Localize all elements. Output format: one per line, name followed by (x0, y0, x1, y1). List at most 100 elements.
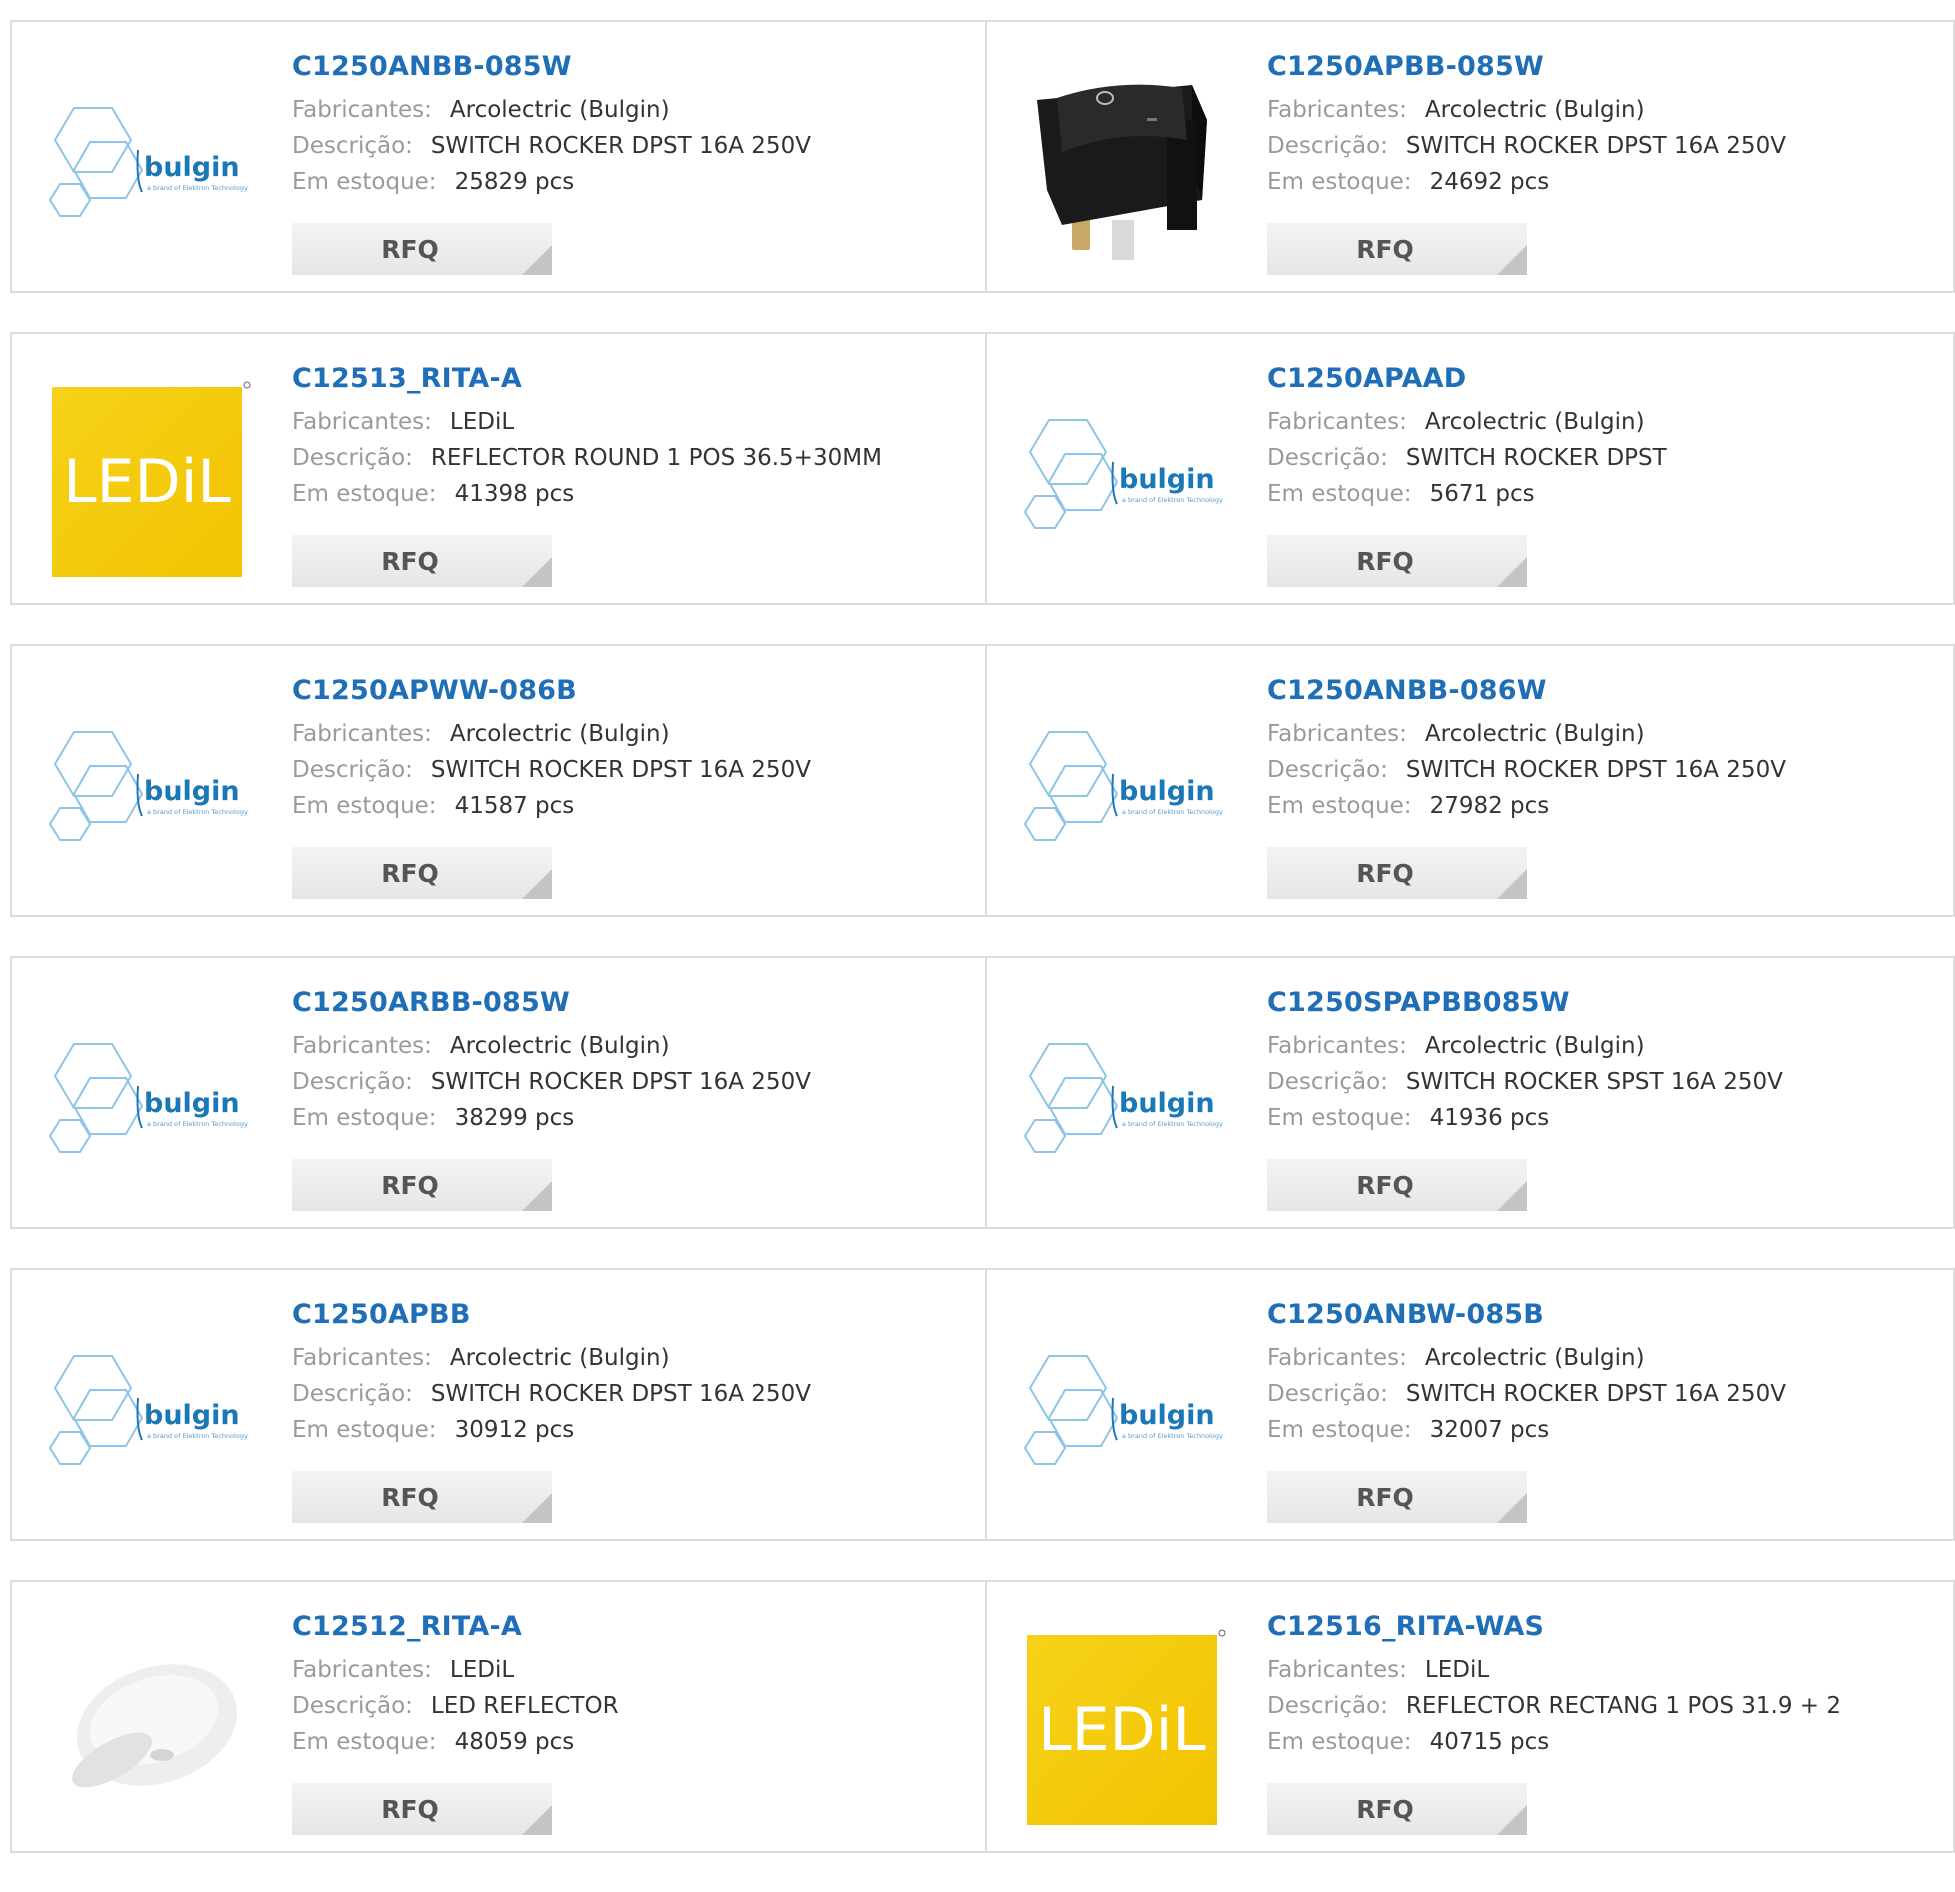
part-number-link[interactable]: C1250SPAPBB085W (1267, 986, 1943, 1020)
bulgin-wordmark: bulgin (1119, 464, 1215, 495)
stock-label: Em estoque: (292, 793, 437, 819)
stock-value: 25829 pcs (454, 169, 575, 195)
product-card: bulgin a brand of Elektron Technology C1… (10, 956, 987, 1229)
manufacturer-label: Fabricantes: (292, 1657, 432, 1683)
stock-value: 24692 pcs (1429, 169, 1550, 195)
product-row: C12512_RITA-A Fabricantes: LEDiL Descriçã… (10, 1580, 1955, 1853)
product-card: C1250APBB-085W Fabricantes: Arcolectric (… (987, 20, 1955, 293)
rfq-button[interactable]: RFQ (1267, 1159, 1527, 1211)
rfq-label: RFQ (381, 234, 439, 264)
rfq-button[interactable]: RFQ (292, 1471, 552, 1523)
stock-line: Em estoque: 40715 pcs (1267, 1724, 1943, 1760)
product-image[interactable] (1017, 60, 1227, 270)
rfq-button[interactable]: RFQ (292, 535, 552, 587)
stock-value: 30912 pcs (454, 1417, 575, 1443)
stock-line: Em estoque: 30912 pcs (292, 1412, 975, 1448)
part-number-link[interactable]: C1250ANBW-085B (1267, 1298, 1943, 1332)
product-image[interactable]: bulgin a brand of Elektron Technology (42, 996, 252, 1206)
part-number-link[interactable]: C1250APBB (292, 1298, 975, 1332)
rfq-button[interactable]: RFQ (292, 1783, 552, 1835)
product-image[interactable]: bulgin a brand of Elektron Technology (42, 1308, 252, 1518)
rfq-button[interactable]: RFQ (1267, 535, 1527, 587)
part-number-link[interactable]: C12516_RITA-WAS (1267, 1610, 1943, 1644)
rfq-button[interactable]: RFQ (1267, 223, 1527, 275)
bulgin-wordmark: bulgin (1119, 1400, 1215, 1431)
rfq-button[interactable]: RFQ (292, 1159, 552, 1211)
part-number-link[interactable]: C1250ANBB-086W (1267, 674, 1943, 708)
manufacturer-value: LEDiL (1424, 1657, 1490, 1683)
part-number-link[interactable]: C12512_RITA-A (292, 1610, 975, 1644)
stock-value: 40715 pcs (1429, 1729, 1550, 1755)
product-row: bulgin a brand of Elektron Technology C1… (10, 20, 1955, 293)
rfq-button[interactable]: RFQ (1267, 847, 1527, 899)
manufacturer-label: Fabricantes: (1267, 721, 1407, 747)
manufacturer-value: Arcolectric (Bulgin) (449, 1345, 670, 1371)
product-card: bulgin a brand of Elektron Technology C1… (987, 1268, 1955, 1541)
bulgin-logo-icon: bulgin a brand of Elektron Technology (1023, 419, 1223, 529)
bulgin-wordmark: bulgin (1119, 1088, 1215, 1119)
product-image[interactable]: bulgin a brand of Elektron Technology (1017, 372, 1227, 582)
bulgin-logo-icon: bulgin a brand of Elektron Technology (1023, 731, 1223, 841)
ledil-logo-icon: LEDiL (52, 381, 251, 577)
part-number-link[interactable]: C1250APBB-085W (1267, 50, 1943, 84)
manufacturer-label: Fabricantes: (1267, 1657, 1407, 1683)
bulgin-wordmark: bulgin (144, 1400, 240, 1431)
rfq-button[interactable]: RFQ (292, 847, 552, 899)
part-number-link[interactable]: C1250APWW-086B (292, 674, 975, 708)
product-card: bulgin a brand of Elektron Technology C1… (10, 1268, 987, 1541)
stock-line: Em estoque: 38299 pcs (292, 1100, 975, 1136)
product-image[interactable]: bulgin a brand of Elektron Technology (1017, 684, 1227, 894)
bulgin-tagline: a brand of Elektron Technology (147, 184, 248, 192)
bulgin-logo-icon: bulgin a brand of Elektron Technology (48, 1043, 248, 1153)
manufacturer-value: LEDiL (449, 1657, 515, 1683)
stock-label: Em estoque: (292, 481, 437, 507)
description-value: SWITCH ROCKER DPST (1405, 445, 1667, 471)
description-value: SWITCH ROCKER DPST 16A 250V (1405, 1381, 1786, 1407)
product-info: C1250ANBW-085B Fabricantes: Arcolectric (… (1267, 1298, 1943, 1448)
product-image[interactable]: LEDiL (1017, 1620, 1227, 1830)
product-image[interactable] (42, 1620, 252, 1830)
stock-label: Em estoque: (1267, 793, 1412, 819)
stock-line: Em estoque: 41587 pcs (292, 788, 975, 824)
manufacturer-label: Fabricantes: (1267, 1345, 1407, 1371)
product-card: bulgin a brand of Elektron Technology C1… (987, 332, 1955, 605)
manufacturer-line: Fabricantes: LEDiL (1267, 1652, 1943, 1688)
part-number-link[interactable]: C12513_RITA-A (292, 362, 975, 396)
bulgin-wordmark: bulgin (144, 152, 240, 183)
description-label: Descrição: (292, 133, 413, 159)
rfq-label: RFQ (1356, 858, 1414, 888)
product-image[interactable]: bulgin a brand of Elektron Technology (1017, 996, 1227, 1206)
stock-value: 41587 pcs (454, 793, 575, 819)
bulgin-tagline: a brand of Elektron Technology (147, 1120, 248, 1128)
product-info: C1250APBB Fabricantes: Arcolectric (Bulgi… (292, 1298, 975, 1448)
rfq-button[interactable]: RFQ (1267, 1471, 1527, 1523)
manufacturer-line: Fabricantes: Arcolectric (Bulgin) (292, 716, 975, 752)
manufacturer-line: Fabricantes: Arcolectric (Bulgin) (292, 92, 975, 128)
rocker-switch-photo-icon (1037, 84, 1207, 260)
description-value: SWITCH ROCKER DPST 16A 250V (430, 1381, 811, 1407)
description-value: SWITCH ROCKER SPST 16A 250V (1405, 1069, 1783, 1095)
rfq-label: RFQ (381, 1170, 439, 1200)
description-label: Descrição: (1267, 757, 1388, 783)
product-image[interactable]: bulgin a brand of Elektron Technology (42, 60, 252, 270)
ledil-wordmark: LEDiL (1038, 1695, 1206, 1765)
rfq-button[interactable]: RFQ (1267, 1783, 1527, 1835)
product-image[interactable]: bulgin a brand of Elektron Technology (42, 684, 252, 894)
rfq-label: RFQ (381, 1482, 439, 1512)
product-image[interactable]: bulgin a brand of Elektron Technology (1017, 1308, 1227, 1518)
stock-line: Em estoque: 41398 pcs (292, 476, 975, 512)
part-number-link[interactable]: C1250ANBB-085W (292, 50, 975, 84)
part-number-link[interactable]: C1250ARBB-085W (292, 986, 975, 1020)
rfq-button[interactable]: RFQ (292, 223, 552, 275)
description-line: Descrição: SWITCH ROCKER DPST 16A 250V (292, 1376, 975, 1412)
stock-line: Em estoque: 48059 pcs (292, 1724, 975, 1760)
description-line: Descrição: SWITCH ROCKER DPST (1267, 440, 1943, 476)
stock-line: Em estoque: 24692 pcs (1267, 164, 1943, 200)
product-image[interactable]: LEDiL (42, 372, 252, 582)
product-row: bulgin a brand of Elektron Technology C1… (10, 956, 1955, 1229)
manufacturer-line: Fabricantes: Arcolectric (Bulgin) (1267, 92, 1943, 128)
manufacturer-value: Arcolectric (Bulgin) (1424, 721, 1645, 747)
part-number-link[interactable]: C1250APAAD (1267, 362, 1943, 396)
reflector-photo-icon (72, 1664, 238, 1788)
product-info: C12513_RITA-A Fabricantes: LEDiL Descriçã… (292, 362, 975, 512)
